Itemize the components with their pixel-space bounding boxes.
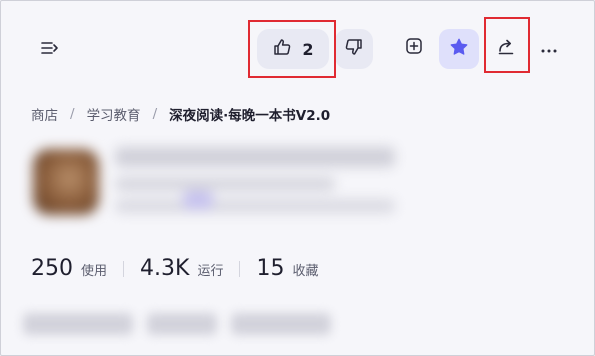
- more-options-button[interactable]: [530, 29, 568, 67]
- stats-row: 250 使用 4.3K 运行 15 收藏: [31, 256, 318, 281]
- more-horizontal-icon: [540, 39, 558, 58]
- share-icon: [496, 36, 516, 60]
- stat-runs: 4.3K 运行: [140, 256, 223, 281]
- blurred-title: [115, 147, 395, 167]
- thumbs-up-icon: [272, 37, 292, 61]
- breadcrumb-item-store[interactable]: 商店: [31, 104, 58, 124]
- breadcrumb-separator: /: [70, 106, 75, 122]
- thumbs-down-icon: [344, 37, 364, 61]
- stat-favorites-value: 15: [256, 256, 285, 281]
- breadcrumb: 商店 / 学习教育 / 深夜阅读·每晚一本书V2.0: [31, 104, 330, 124]
- stat-usage-value: 250: [31, 256, 73, 281]
- star-icon: [449, 37, 469, 61]
- blurred-tag: [147, 313, 217, 335]
- stat-usage-label: 使用: [81, 264, 108, 279]
- like-count: 2: [302, 39, 314, 59]
- like-button[interactable]: 2: [257, 29, 329, 69]
- breadcrumb-separator: /: [152, 106, 158, 122]
- stat-runs-label: 运行: [197, 264, 224, 279]
- blurred-tag: [23, 313, 133, 335]
- blurred-subtitle: [115, 177, 335, 191]
- plus-square-icon: [405, 37, 423, 59]
- blurred-description: [115, 199, 395, 213]
- breadcrumb-current: 深夜阅读·每晚一本书V2.0: [169, 108, 331, 124]
- stat-divider: [239, 260, 241, 277]
- dislike-button[interactable]: [335, 29, 373, 69]
- breadcrumb-item-education[interactable]: 学习教育: [87, 104, 141, 124]
- favorite-button[interactable]: [439, 29, 479, 69]
- add-button[interactable]: [395, 29, 433, 67]
- share-button[interactable]: [487, 29, 525, 67]
- stat-usage: 250 使用: [31, 256, 107, 281]
- blurred-tag: [231, 313, 331, 335]
- stat-divider: [123, 260, 125, 277]
- stat-favorites-label: 收藏: [292, 264, 319, 279]
- blurred-tags: [23, 313, 343, 339]
- stat-favorites: 15 收藏: [256, 256, 318, 281]
- bot-profile-blurred: [23, 141, 413, 241]
- blurred-badge: [183, 191, 213, 209]
- app-frame: 2 商店 / 学习教育 / 深夜阅读·每晚一本书V2.0 250 使用 4.3K…: [0, 0, 595, 356]
- menu-expand-icon[interactable]: [31, 29, 69, 67]
- stat-runs-value: 4.3K: [140, 256, 190, 281]
- avatar: [33, 149, 99, 215]
